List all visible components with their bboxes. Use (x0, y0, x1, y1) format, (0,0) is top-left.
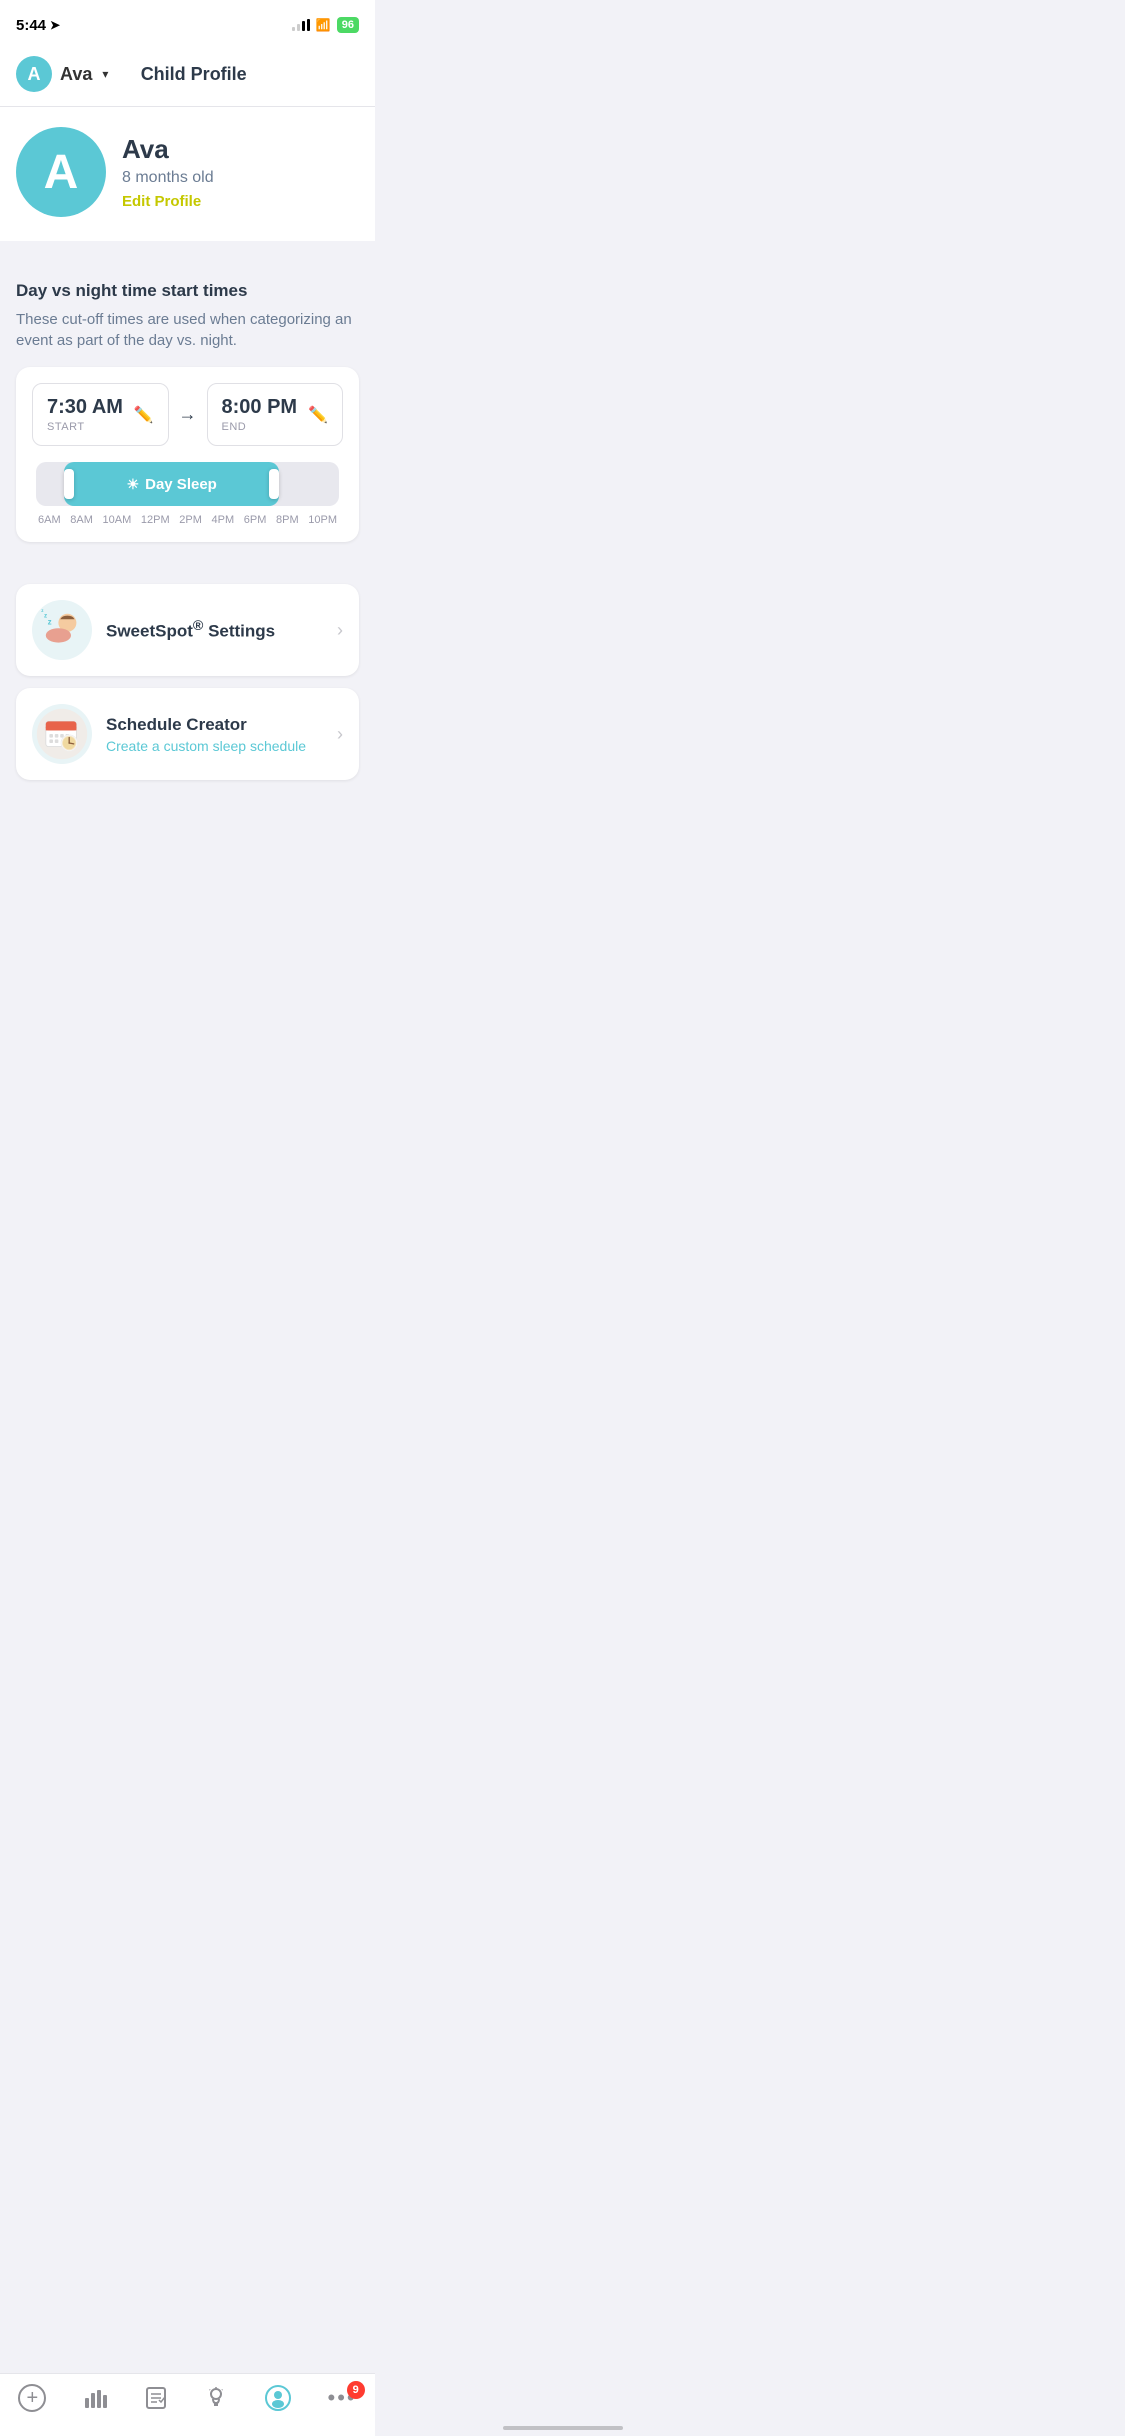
sweetspot-text: SweetSpot® Settings (106, 618, 323, 642)
day-sleep-slider[interactable]: ☀ Day Sleep 6AM 8AM 10AM 12PM 2PM 4PM 6P… (32, 462, 343, 526)
schedule-creator-card[interactable]: Schedule Creator Create a custom sleep s… (16, 688, 359, 780)
status-icons: 📶 96 (292, 17, 359, 33)
child-name: Ava (60, 64, 92, 85)
tab-log[interactable] (144, 2386, 168, 2410)
axis-12pm: 12PM (141, 514, 170, 526)
time-axis: 6AM 8AM 10AM 12PM 2PM 4PM 6PM 8PM 10PM (36, 514, 339, 526)
sweetspot-chevron-icon: › (337, 620, 343, 641)
tab-bar: + (0, 2373, 375, 2436)
child-icon (265, 2385, 291, 2411)
avatar-letter: A (28, 64, 41, 85)
edit-profile-button[interactable]: Edit Profile (122, 193, 214, 210)
schedule-title: Schedule Creator (106, 715, 323, 735)
sweetspot-settings-card[interactable]: z z z SweetSpot® Settings › (16, 584, 359, 676)
slider-label-text: Day Sleep (145, 476, 217, 493)
axis-2pm: 2PM (179, 514, 202, 526)
end-time-content: 8:00 PM END (222, 396, 298, 433)
slider-handle-left[interactable] (64, 469, 74, 499)
tab-more[interactable]: ••• 9 (328, 2385, 357, 2411)
axis-10pm: 10PM (308, 514, 337, 526)
settings-cards: z z z SweetSpot® Settings › (0, 574, 375, 780)
slider-handle-right[interactable] (269, 469, 279, 499)
profile-avatar-letter: A (44, 145, 79, 200)
axis-4pm: 4PM (212, 514, 235, 526)
log-icon (144, 2386, 168, 2410)
signal-bar-3 (302, 21, 305, 31)
schedule-text: Schedule Creator Create a custom sleep s… (106, 715, 323, 754)
slider-fill: ☀ Day Sleep (64, 462, 279, 506)
status-time: 5:44 ➤ (16, 17, 60, 34)
start-edit-icon: ✏️ (134, 405, 154, 425)
battery-indicator: 96 (337, 17, 359, 33)
tab-child[interactable] (265, 2385, 291, 2411)
end-time-value: 8:00 PM (222, 396, 298, 419)
time-settings-title: Day vs night time start times (16, 281, 359, 301)
profile-avatar: A (16, 127, 106, 217)
tab-add[interactable]: + (18, 2384, 46, 2412)
svg-text:z: z (44, 612, 47, 619)
sweetspot-icon: z z z (32, 600, 92, 660)
profile-info: Ava 8 months old Edit Profile (122, 134, 214, 210)
stats-icon (83, 2386, 107, 2410)
start-time-value: 7:30 AM (47, 396, 123, 419)
schedule-chevron-icon: › (337, 724, 343, 745)
profile-name: Ava (122, 134, 214, 165)
header: A Ava ▾ Child Profile (0, 44, 375, 107)
bottom-spacer (0, 780, 375, 870)
start-time-content: 7:30 AM START (47, 396, 123, 433)
svg-text:z: z (48, 618, 52, 627)
axis-10am: 10AM (103, 514, 132, 526)
start-time-label: START (47, 421, 123, 433)
time-card: 7:30 AM START ✏️ → 8:00 PM END ✏️ (16, 367, 359, 542)
signal-bar-2 (297, 24, 300, 31)
tab-tips[interactable] (204, 2386, 228, 2410)
time-inputs-row: 7:30 AM START ✏️ → 8:00 PM END ✏️ (32, 383, 343, 446)
axis-8am: 8AM (70, 514, 93, 526)
tab-stats[interactable] (83, 2386, 107, 2410)
axis-6pm: 6PM (244, 514, 267, 526)
signal-bars (292, 19, 310, 31)
status-bar: 5:44 ➤ 📶 96 (0, 0, 375, 44)
time-settings-section: Day vs night time start times These cut-… (0, 261, 375, 564)
baby-svg: z z z (35, 603, 89, 657)
slider-track: ☀ Day Sleep (36, 462, 339, 506)
more-badge: 9 (347, 2381, 365, 2399)
add-icon: + (18, 2384, 46, 2412)
section-divider (0, 251, 375, 261)
child-selector[interactable]: A Ava ▾ (16, 56, 108, 92)
wifi-icon: 📶 (316, 18, 331, 32)
signal-bar-1 (292, 27, 295, 31)
axis-8pm: 8PM (276, 514, 299, 526)
arrow-icon: → (179, 404, 197, 425)
schedule-icon (32, 704, 92, 764)
calendar-svg (35, 707, 89, 761)
sun-icon: ☀ (127, 476, 140, 493)
location-icon: ➤ (50, 18, 60, 32)
page-title: Child Profile (108, 64, 359, 85)
profile-section: A Ava 8 months old Edit Profile (0, 107, 375, 241)
time-display: 5:44 (16, 17, 46, 34)
home-indicator (503, 2426, 623, 2430)
slider-label: ☀ Day Sleep (127, 476, 217, 493)
signal-bar-4 (307, 19, 310, 31)
axis-6am: 6AM (38, 514, 61, 526)
start-time-box[interactable]: 7:30 AM START ✏️ (32, 383, 169, 446)
profile-age: 8 months old (122, 169, 214, 187)
schedule-subtitle: Create a custom sleep schedule (106, 738, 323, 754)
time-settings-description: These cut-off times are used when catego… (16, 309, 359, 351)
end-time-box[interactable]: 8:00 PM END ✏️ (207, 383, 344, 446)
header-avatar: A (16, 56, 52, 92)
end-edit-icon: ✏️ (308, 405, 328, 425)
end-time-label: END (222, 421, 298, 433)
sweetspot-title: SweetSpot® Settings (106, 618, 323, 642)
tips-icon (204, 2386, 228, 2410)
